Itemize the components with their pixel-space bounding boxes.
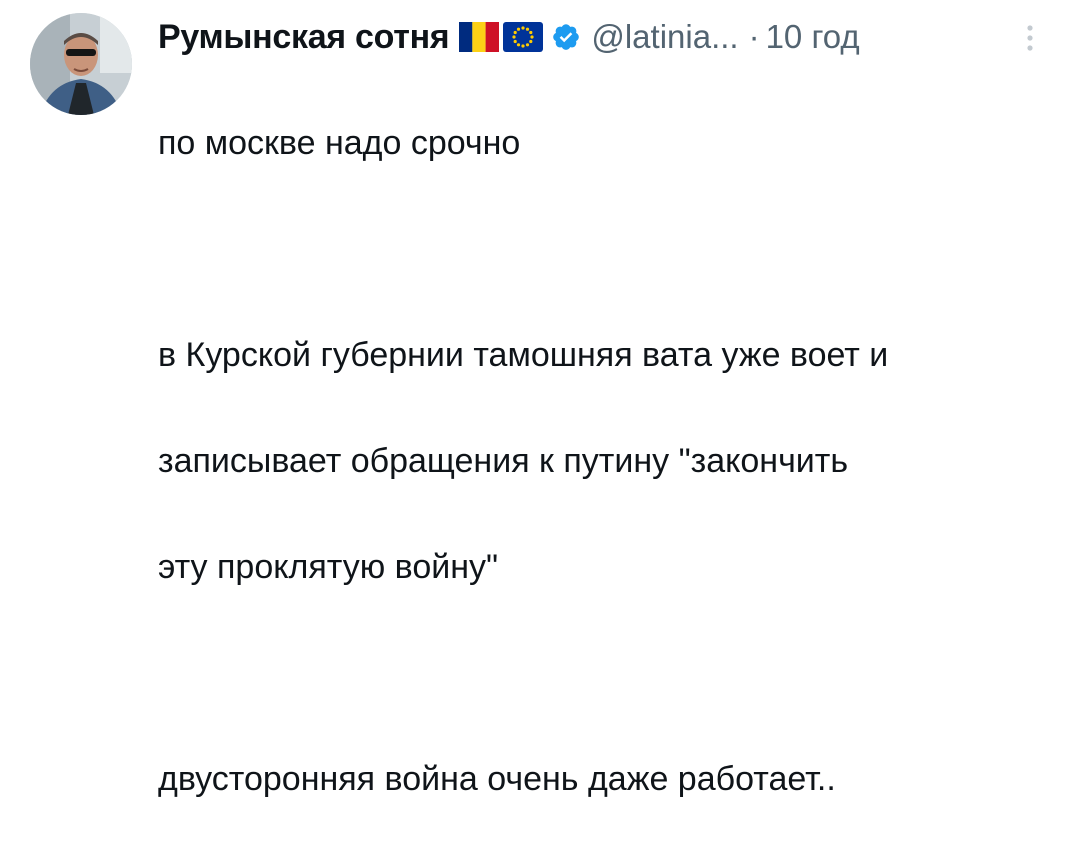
display-name[interactable]: Румынская сотня	[158, 18, 450, 57]
separator-dot: ·	[748, 18, 760, 55]
tweet-text-line	[158, 647, 1058, 700]
verified-badge-icon[interactable]	[551, 22, 581, 52]
avatar[interactable]	[30, 13, 132, 115]
tweet-text-line: в Курской губернии тамошняя вата уже вое…	[158, 336, 889, 374]
tweet[interactable]: Румынская сотня @latinia... · 10 год по …	[0, 0, 1080, 798]
more-vertical-icon	[1027, 25, 1033, 51]
tweet-header: Румынская сотня @latinia... · 10 год	[158, 12, 860, 62]
romania-flag-icon	[459, 22, 500, 52]
tweet-text-line: по москве надо срочно	[158, 124, 521, 162]
tweet-text: по москве надо срочно в Курской губернии…	[158, 64, 1058, 859]
tweet-text-line: записывает обращения к путину "закончить	[158, 442, 849, 480]
timestamp[interactable]: 10 год	[766, 18, 860, 56]
eu-flag-icon	[503, 22, 544, 52]
tweet-text-line: эту проклятую войну"	[158, 548, 499, 586]
tweet-text-line: двусторонняя война очень даже работает..	[158, 760, 836, 798]
user-handle[interactable]: @latinia...	[591, 18, 738, 56]
profile-photo-icon	[30, 13, 132, 115]
more-options-button[interactable]	[1018, 20, 1042, 56]
tweet-text-line	[158, 223, 1058, 276]
